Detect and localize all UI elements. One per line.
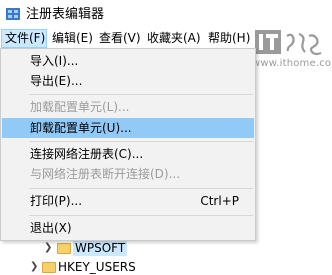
folder-icon	[57, 243, 71, 254]
tree-row[interactable]: ❯ WPSOFT	[0, 240, 332, 256]
watermark-url: www.ithome.com	[252, 58, 332, 69]
menu-help-label: 帮助(H)	[208, 31, 251, 45]
regedit-icon	[6, 8, 20, 20]
menu-file[interactable]: 文件(F)	[1, 29, 47, 48]
tree-row[interactable]: ❯ HKEY_USERS	[0, 259, 332, 275]
menu-item-load-hive: 加载配置单元(L)...	[2, 97, 254, 117]
menu-item-import[interactable]: 导入(I)...	[2, 51, 254, 71]
menu-item-print-shortcut: Ctrl+P	[200, 194, 239, 208]
menu-file-label: 文件(F)	[5, 31, 46, 45]
menu-help[interactable]: 帮助(H)	[208, 29, 250, 48]
menu-item-disconnect-label: 与网络注册表断开连接(D)...	[30, 167, 181, 181]
menu-separator	[29, 94, 253, 95]
menu-item-disconnect-network-registry: 与网络注册表断开连接(D)...	[2, 164, 254, 184]
menu-item-connect-label: 连接网络注册表(C)...	[30, 147, 144, 161]
menu-item-unload-hive-label: 卸载配置单元(U)...	[30, 121, 132, 135]
menu-item-export[interactable]: 导出(E)...	[2, 71, 254, 91]
menu-item-print-label: 打印(P)...	[30, 194, 83, 208]
tree-item-wpsoft[interactable]: WPSOFT	[73, 240, 128, 256]
menu-item-exit[interactable]: 退出(X)	[2, 218, 254, 238]
menu-item-exit-label: 退出(X)	[30, 221, 72, 235]
menu-item-unload-hive[interactable]: 卸载配置单元(U)...	[2, 118, 254, 138]
window-title: 注册表编辑器	[26, 7, 105, 22]
menu-favorites[interactable]: 收藏夹(A)	[147, 29, 201, 48]
expand-arrow-icon[interactable]: ❯	[30, 259, 38, 275]
ithome-watermark-logo	[255, 30, 322, 56]
menu-view[interactable]: 查看(V)	[99, 29, 141, 48]
menu-edit-label: 编辑(E)	[52, 31, 93, 45]
folder-icon	[42, 262, 56, 273]
menu-favorites-label: 收藏夹(A)	[147, 31, 201, 45]
tree-item-hkey-users[interactable]: HKEY_USERS	[58, 259, 136, 275]
menu-view-label: 查看(V)	[99, 31, 141, 45]
title-bar: 注册表编辑器	[0, 0, 332, 29]
menu-separator	[29, 141, 253, 142]
menu-item-print[interactable]: 打印(P)... Ctrl+P	[2, 191, 254, 211]
menu-item-connect-network-registry[interactable]: 连接网络注册表(C)...	[2, 144, 254, 164]
menu-separator	[29, 215, 253, 216]
menu-item-load-hive-label: 加载配置单元(L)...	[30, 100, 130, 114]
file-menu-dropdown: 导入(I)... 导出(E)... 加载配置单元(L)... 卸载配置单元(U)…	[0, 48, 256, 241]
menu-edit[interactable]: 编辑(E)	[52, 29, 93, 48]
expand-arrow-icon[interactable]: ❯	[44, 240, 52, 256]
menu-item-import-label: 导入(I)...	[30, 54, 79, 68]
menu-separator	[29, 188, 253, 189]
menu-item-export-label: 导出(E)...	[30, 74, 83, 88]
